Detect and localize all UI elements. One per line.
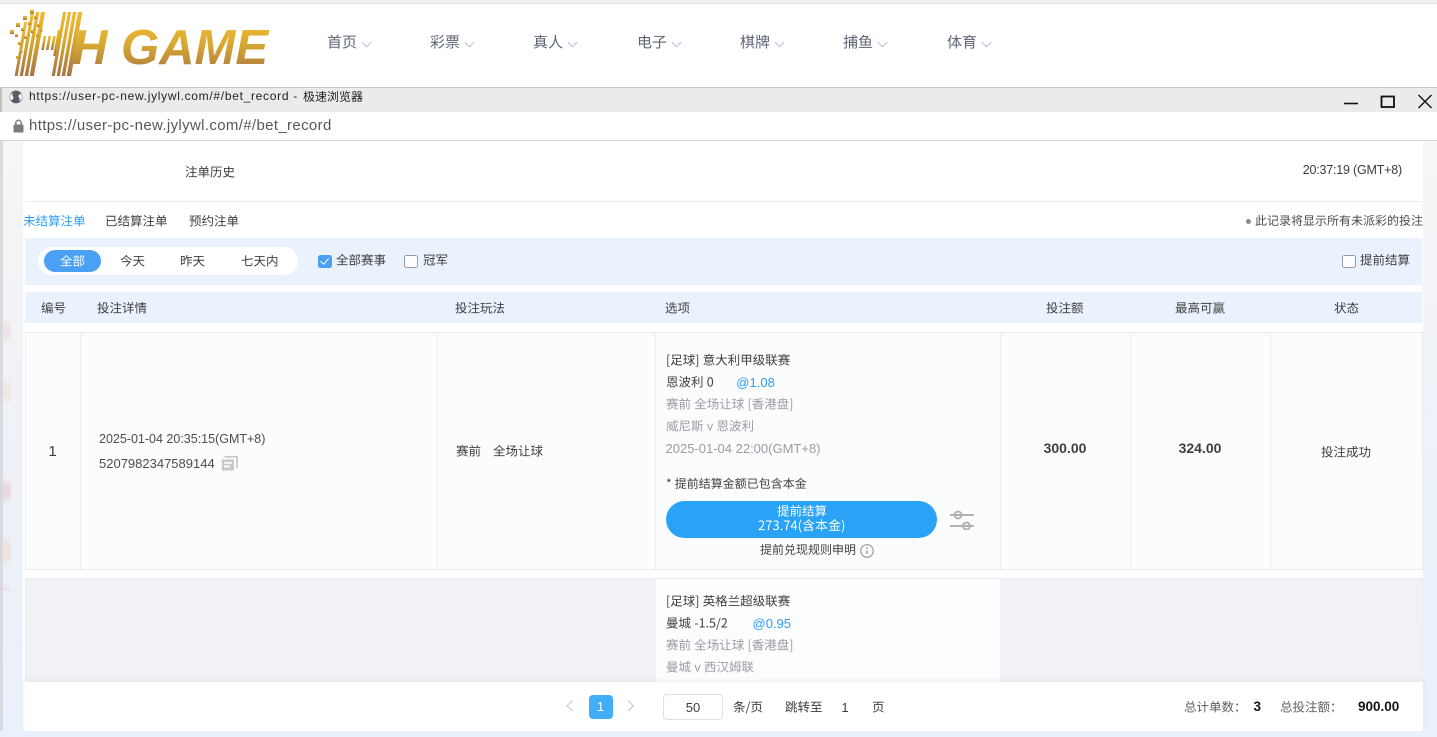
svg-text:H GAME: H GAME — [72, 21, 269, 75]
